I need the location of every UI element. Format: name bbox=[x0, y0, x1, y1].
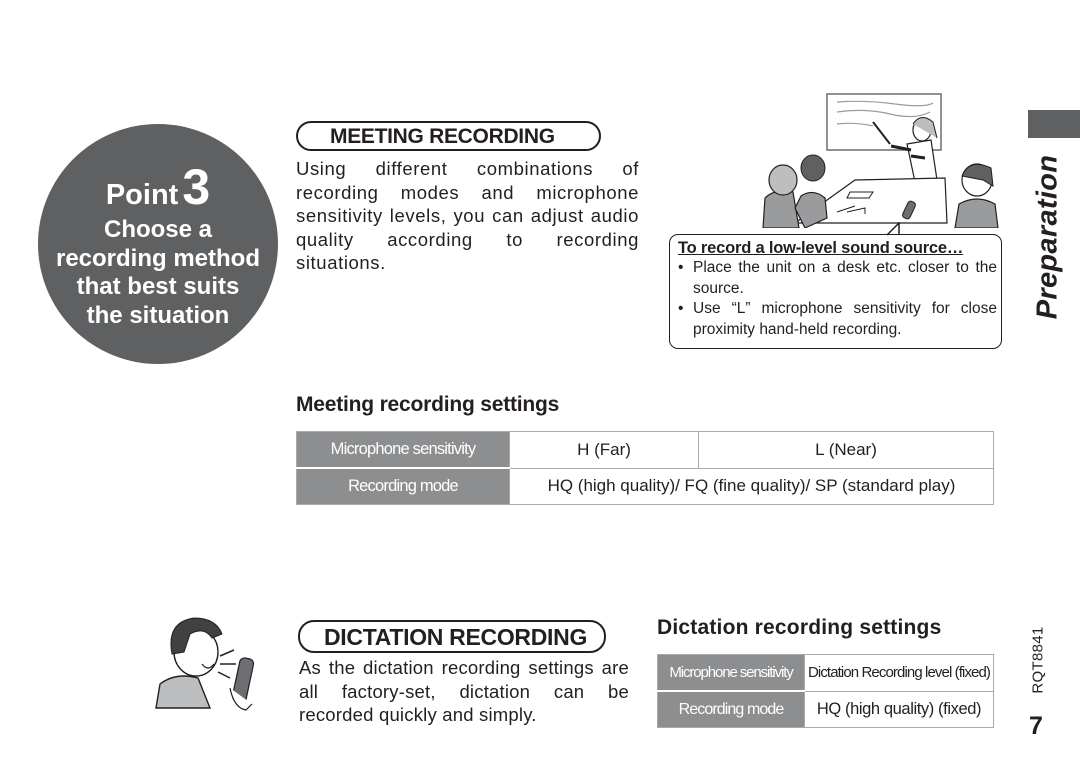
bullet-icon: • bbox=[678, 259, 684, 276]
dictation-settings-table: Microphone sensitivity Dictation Recordi… bbox=[657, 654, 994, 728]
tip-item: • Use “L” microphone sensitivity for clos… bbox=[678, 299, 997, 340]
meeting-recording-description: Using different combinations of recordin… bbox=[296, 158, 639, 273]
cell-value: L (Near) bbox=[698, 431, 994, 469]
section-label: Preparation bbox=[1018, 152, 1078, 322]
tip-item: • Place the unit on a desk etc. closer to… bbox=[678, 258, 997, 299]
section-label-text: Preparation bbox=[1031, 154, 1064, 320]
table-row: Recording mode HQ (high quality)/ FQ (fi… bbox=[296, 467, 994, 505]
tip-title: To record a low-level sound source… bbox=[678, 239, 964, 257]
meeting-recording-title: MEETING RECORDING bbox=[296, 121, 601, 151]
tip-list: • Place the unit on a desk etc. closer to… bbox=[678, 258, 997, 340]
point-heading: Point3 bbox=[38, 158, 278, 216]
table-row: Microphone sensitivity H (Far) L (Near) bbox=[296, 431, 994, 469]
point-line: the situation bbox=[86, 301, 230, 329]
person-dictating-illustration bbox=[155, 617, 255, 711]
cell-value: Dictation Recording level (fixed) bbox=[804, 654, 994, 692]
document-code-text: RQT8841 bbox=[1029, 626, 1047, 694]
point-description: Choose a recording method that best suit… bbox=[38, 216, 278, 330]
meeting-settings-table: Microphone sensitivity H (Far) L (Near) … bbox=[296, 431, 994, 505]
attendee-left-icon bbox=[762, 154, 828, 228]
point-line: recording method bbox=[55, 244, 260, 272]
row-label: Recording mode bbox=[657, 691, 805, 728]
tip-text: Place the unit on a desk etc. closer to … bbox=[693, 259, 997, 297]
point-number: 3 bbox=[182, 159, 211, 215]
row-label: Microphone sensitivity bbox=[296, 431, 510, 469]
point-word: Point bbox=[105, 179, 179, 211]
point-line: that best suits bbox=[76, 273, 240, 300]
page-number: 7 bbox=[1029, 712, 1043, 740]
dictation-recording-description: As the dictation recording settings are … bbox=[299, 657, 629, 725]
cell-value: H (Far) bbox=[509, 431, 699, 469]
low-level-sound-tip: To record a low-level sound source… • Pla… bbox=[669, 234, 1002, 349]
table-row: Recording mode HQ (high quality) (fixed) bbox=[657, 690, 994, 728]
meeting-room-illustration bbox=[762, 93, 999, 228]
section-tab-marker bbox=[1028, 110, 1080, 138]
dictation-recording-title: DICTATION RECORDING bbox=[298, 620, 606, 653]
cell-value: HQ (high quality)/ FQ (fine quality)/ SP… bbox=[509, 467, 994, 505]
table-row: Microphone sensitivity Dictation Recordi… bbox=[657, 654, 994, 692]
attendee-right-icon bbox=[954, 163, 999, 228]
point-line: Choose a bbox=[103, 216, 213, 243]
row-label: Microphone sensitivity bbox=[657, 654, 805, 692]
point-badge: Point3 Choose a recording method that be… bbox=[38, 124, 278, 364]
cell-value: HQ (high quality) (fixed) bbox=[804, 690, 994, 728]
meeting-settings-heading: Meeting recording settings bbox=[296, 393, 560, 416]
row-label: Recording mode bbox=[296, 468, 510, 505]
document-code: RQT8841 bbox=[1018, 625, 1058, 695]
tip-text: Use “L” microphone sensitivity for close… bbox=[693, 300, 997, 338]
bullet-icon: • bbox=[678, 300, 684, 317]
dictation-settings-heading: Dictation recording settings bbox=[657, 616, 942, 639]
